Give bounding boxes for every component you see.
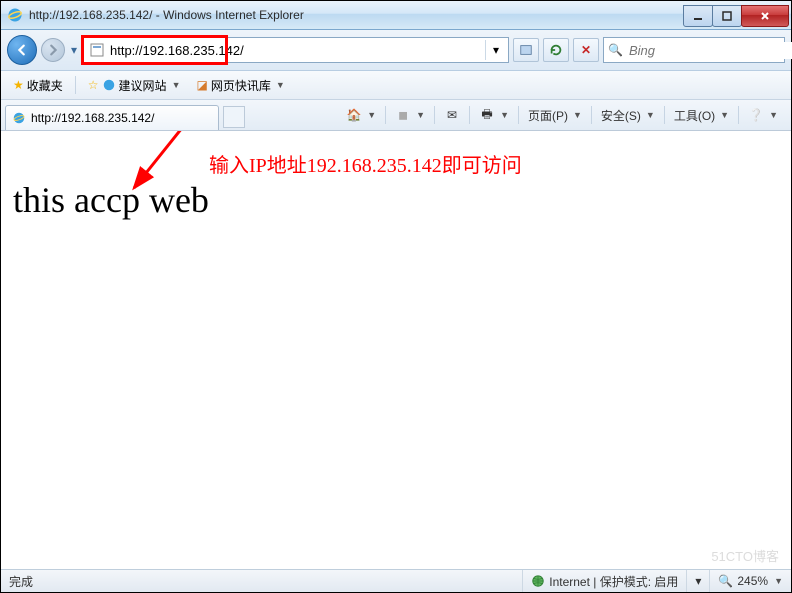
search-icon: 🔍 (608, 43, 623, 57)
suggested-sites-label: 建议网站 (119, 77, 167, 94)
zoom-icon: 🔍 (718, 574, 733, 588)
window-buttons (684, 5, 789, 25)
page-body-text: this accp web (13, 179, 209, 221)
home-icon: 🏠 (346, 107, 362, 123)
maximize-button[interactable] (712, 5, 742, 27)
tab-bar: http://192.168.235.142/ 🏠▼ ◼▼ ✉ 🖶▼ 页面(P)… (1, 100, 791, 131)
compat-view-button[interactable] (513, 38, 539, 62)
web-slice-label: 网页快讯库 (211, 77, 271, 94)
tab-active[interactable]: http://192.168.235.142/ (5, 105, 219, 130)
minimize-button[interactable] (683, 5, 713, 27)
globe-icon (531, 574, 545, 588)
address-dropdown[interactable]: ▾ (485, 40, 506, 60)
chevron-down-icon: ▼ (774, 576, 783, 586)
zoom-value: 245% (737, 574, 768, 588)
navigation-bar: ▾ ▾ ✕ 🔍 🔍 (1, 30, 791, 71)
help-button[interactable]: ❔▼ (743, 105, 783, 125)
slice-icon: ◪ (196, 78, 207, 92)
favorites-bar: ★ 收藏夹 ☆ 建议网站 ▼ ◪ 网页快讯库 ▼ (1, 71, 791, 100)
ie-logo-icon (7, 7, 23, 23)
annotation-text: 输入IP地址192.168.235.142即可访问 (209, 149, 522, 178)
status-bar: 完成 Internet | 保护模式: 启用 ▾ 🔍 245% ▼ (1, 569, 791, 592)
rss-icon: ◼ (395, 107, 411, 123)
command-bar: 🏠▼ ◼▼ ✉ 🖶▼ 页面(P)▼ 安全(S)▼ 工具(O)▼ ❔▼ (341, 100, 787, 130)
status-text: 完成 (1, 573, 41, 590)
zoom-control[interactable]: 🔍 245% ▼ (709, 570, 791, 592)
watermark: 51CTO博客 (711, 546, 779, 565)
mail-icon: ✉ (444, 107, 460, 123)
nav-history-dropdown[interactable]: ▾ (69, 43, 79, 57)
help-icon: ❔ (748, 107, 764, 123)
address-input[interactable] (108, 42, 485, 59)
back-button[interactable] (7, 35, 37, 65)
page-icon (89, 42, 105, 58)
print-button[interactable]: 🖶▼ (474, 105, 514, 125)
stop-button[interactable]: ✕ (573, 38, 599, 62)
search-input[interactable] (627, 42, 792, 59)
ie-small-icon (102, 78, 116, 92)
security-zone[interactable]: Internet | 保护模式: 启用 (522, 570, 686, 592)
home-button[interactable]: 🏠▼ (341, 105, 381, 125)
ie-window: http://192.168.235.142/ - Windows Intern… (0, 0, 792, 593)
mode-dropdown-icon: ▾ (695, 574, 701, 588)
read-mail-button[interactable]: ✉ (439, 105, 465, 125)
chevron-down-icon: ▼ (276, 80, 285, 90)
forward-button[interactable] (41, 38, 65, 62)
new-tab-button[interactable] (223, 106, 245, 128)
tools-menu[interactable]: 工具(O)▼ (669, 105, 734, 126)
titlebar: http://192.168.235.142/ - Windows Intern… (1, 1, 791, 30)
favorites-label: 收藏夹 (27, 77, 63, 94)
tools-menu-label: 工具(O) (674, 107, 715, 124)
suggested-sites-button[interactable]: ☆ 建议网站 ▼ (82, 75, 187, 96)
protected-mode-toggle[interactable]: ▾ (686, 570, 709, 592)
zone-label: Internet | 保护模式: 启用 (549, 573, 678, 590)
feeds-button[interactable]: ◼▼ (390, 105, 430, 125)
address-bar[interactable]: ▾ (83, 37, 509, 63)
print-icon: 🖶 (479, 107, 495, 123)
star-icon: ★ (13, 78, 24, 92)
safety-menu[interactable]: 安全(S)▼ (596, 105, 660, 126)
web-slice-button[interactable]: ◪ 网页快讯库 ▼ (190, 75, 290, 96)
safety-menu-label: 安全(S) (601, 107, 641, 124)
ie-small-icon (12, 111, 26, 125)
chevron-down-icon: ▼ (172, 80, 181, 90)
tab-label: http://192.168.235.142/ (31, 111, 212, 125)
star-icon: ☆ (88, 78, 99, 92)
page-menu[interactable]: 页面(P)▼ (523, 105, 587, 126)
page-content: 输入IP地址192.168.235.142即可访问 this accp web … (1, 131, 791, 569)
page-menu-label: 页面(P) (528, 107, 568, 124)
separator (75, 76, 76, 94)
close-button[interactable] (741, 5, 789, 27)
search-box[interactable]: 🔍 🔍 (603, 37, 785, 63)
window-title: http://192.168.235.142/ - Windows Intern… (29, 8, 684, 22)
refresh-button[interactable] (543, 38, 569, 62)
favorites-button[interactable]: ★ 收藏夹 (7, 75, 69, 96)
